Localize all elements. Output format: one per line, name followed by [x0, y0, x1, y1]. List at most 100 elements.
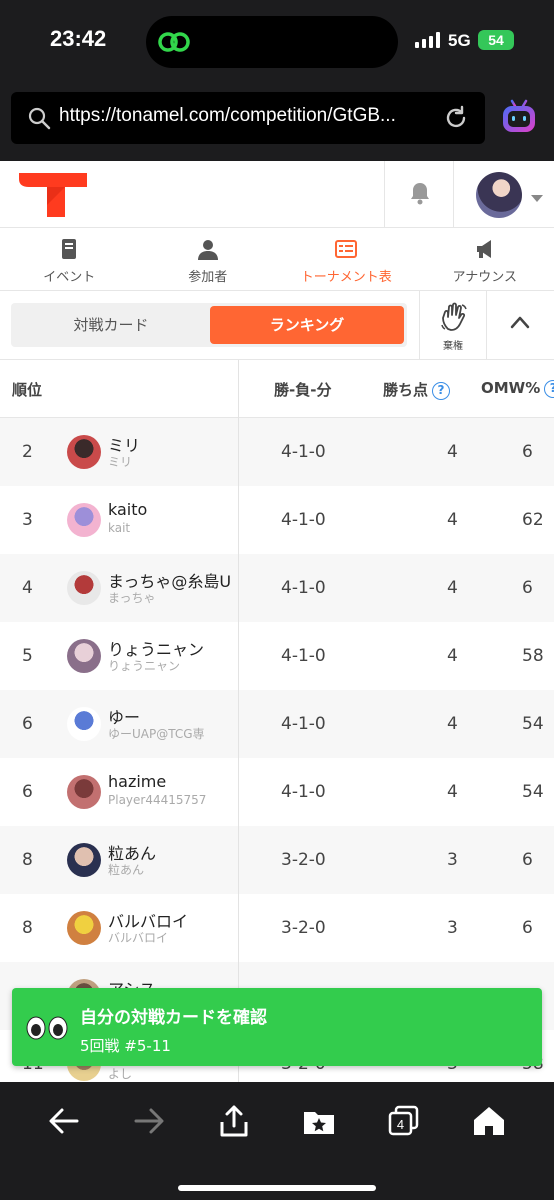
avatar — [67, 503, 101, 537]
document-icon — [62, 239, 77, 259]
bracket-icon — [335, 240, 358, 258]
ranking-table-header: 順位 勝-負-分 勝ち点? OMW%? — [0, 360, 554, 418]
dynamic-island — [146, 16, 398, 68]
home-icon[interactable] — [472, 1104, 506, 1138]
points-header: 勝ち点? — [383, 379, 451, 400]
player-handle: バルバロイ — [108, 931, 169, 945]
battery-icon: 54 — [478, 30, 514, 50]
banner-subtitle: 5回戦 #5-11 — [80, 1037, 171, 1055]
table-row[interactable]: 5 りょうニャン りょうニャン 4-1-0 4 58 — [0, 622, 554, 690]
address-bar[interactable]: https://tonamel.com/competition/GtGB... — [11, 92, 485, 144]
tab-label: 参加者 — [188, 270, 228, 285]
tab-label: トーナメント表 — [300, 270, 392, 285]
tab-bracket[interactable]: トーナメント表 — [277, 228, 416, 290]
record-cell: 4-1-0 — [281, 442, 326, 462]
browser-address-area: https://tonamel.com/competition/GtGB... — [0, 85, 554, 161]
collapse-button[interactable] — [487, 291, 554, 359]
points-cell: 4 — [447, 714, 458, 734]
user-avatar[interactable] — [476, 172, 522, 218]
table-row[interactable]: 4 まっちゃ@糸島U まっちゃ 4-1-0 4 6 — [0, 554, 554, 622]
points-cell: 4 — [447, 782, 458, 802]
record-header: 勝-負-分 — [274, 381, 332, 399]
rank-cell: 6 — [22, 782, 33, 802]
chevron-up-icon — [510, 316, 530, 329]
rank-cell: 4 — [22, 578, 33, 598]
ranking-option[interactable]: ランキング — [210, 306, 404, 344]
link-app-icon — [158, 32, 190, 52]
omw-cell: 54 — [522, 782, 544, 802]
rank-cell: 2 — [22, 442, 33, 462]
rank-cell: 8 — [22, 918, 33, 938]
help-icon[interactable]: ? — [544, 380, 554, 398]
omw-cell: 6 — [522, 578, 533, 598]
omw-cell: 58 — [522, 646, 544, 666]
rank-cell: 5 — [22, 646, 33, 666]
player-handle: まっちゃ — [108, 591, 156, 605]
notification-button[interactable] — [384, 161, 454, 227]
omw-cell: 6 — [522, 850, 533, 870]
forward-icon[interactable] — [132, 1104, 166, 1138]
status-time: 23:42 — [50, 26, 107, 51]
reload-icon[interactable] — [443, 105, 469, 131]
bell-icon — [411, 183, 429, 205]
player-handle: ゆーUAP@TCG専 — [108, 727, 205, 741]
record-cell: 3-2-0 — [281, 918, 326, 938]
assistant-bot-icon[interactable] — [500, 98, 538, 136]
avatar — [67, 911, 101, 945]
player-name[interactable]: hazime — [108, 772, 166, 791]
player-handle: kait — [108, 521, 131, 535]
table-row[interactable]: 8 バルバロイ バルバロイ 3-2-0 3 6 — [0, 894, 554, 962]
avatar — [67, 639, 101, 673]
share-icon[interactable] — [217, 1104, 251, 1138]
column-divider — [238, 360, 239, 1084]
omw-cell: 6 — [522, 918, 533, 938]
record-cell: 4-1-0 — [281, 714, 326, 734]
player-handle: よし — [108, 1067, 133, 1081]
player-name[interactable]: kaito — [108, 500, 147, 519]
check-match-banner[interactable]: 自分の対戦カードを確認 5回戦 #5-11 — [12, 988, 542, 1066]
table-row[interactable]: 2 ミリ ミリ 4-1-0 4 6 — [0, 418, 554, 486]
tab-participants[interactable]: 参加者 — [139, 228, 278, 290]
rank-cell: 6 — [22, 714, 33, 734]
omw-header: OMW%? — [481, 379, 554, 398]
avatar — [67, 571, 101, 605]
rank-header: 順位 — [12, 381, 43, 399]
table-row[interactable]: 6 hazime Player44415757 4-1-0 4 54 — [0, 758, 554, 826]
chevron-down-icon[interactable] — [531, 195, 543, 202]
points-cell: 3 — [447, 918, 458, 938]
help-icon[interactable]: ? — [432, 382, 451, 400]
points-cell: 3 — [447, 850, 458, 870]
battery-level: 54 — [488, 32, 504, 48]
player-handle: 粒あん — [108, 863, 145, 877]
url-text[interactable]: https://tonamel.com/competition/GtGB... — [59, 105, 396, 127]
rank-cell: 8 — [22, 850, 33, 870]
tabs-icon[interactable]: 4 — [387, 1104, 421, 1138]
avatar — [67, 775, 101, 809]
avatar — [67, 707, 101, 741]
table-row[interactable]: 3 kaito kait 4-1-0 4 62 — [0, 486, 554, 554]
browser-toolbar: 4 — [0, 1082, 554, 1200]
player-handle: ミリ — [108, 455, 133, 469]
points-cell: 4 — [447, 646, 458, 666]
omw-header-label: OMW% — [481, 379, 541, 397]
player-handle: Player44415757 — [108, 793, 207, 807]
table-row[interactable]: 8 粒あん 粒あん 3-2-0 3 6 — [0, 826, 554, 894]
wave-hand-icon — [441, 302, 467, 331]
table-row[interactable]: 6 ゆー ゆーUAP@TCG専 4-1-0 4 54 — [0, 690, 554, 758]
tab-label: イベント — [43, 270, 96, 285]
match-card-option[interactable]: 対戦カード — [14, 306, 208, 344]
tab-count: 4 — [397, 1117, 404, 1132]
signal-icon — [415, 32, 440, 48]
tab-event[interactable]: イベント — [0, 228, 139, 290]
bookmarks-icon[interactable] — [302, 1104, 336, 1138]
tab-announce[interactable]: アナウンス — [416, 228, 554, 290]
record-cell: 3-2-0 — [281, 850, 326, 870]
omw-cell: 54 — [522, 714, 544, 734]
home-indicator — [178, 1185, 376, 1191]
rank-cell: 3 — [22, 510, 33, 530]
back-icon[interactable] — [47, 1104, 81, 1138]
main-nav-tabs: イベント 参加者 トーナメント表 アナウンス — [0, 228, 554, 291]
avatar — [67, 843, 101, 877]
forfeit-button[interactable]: 棄権 — [419, 291, 487, 359]
tonamel-logo[interactable] — [19, 171, 87, 217]
